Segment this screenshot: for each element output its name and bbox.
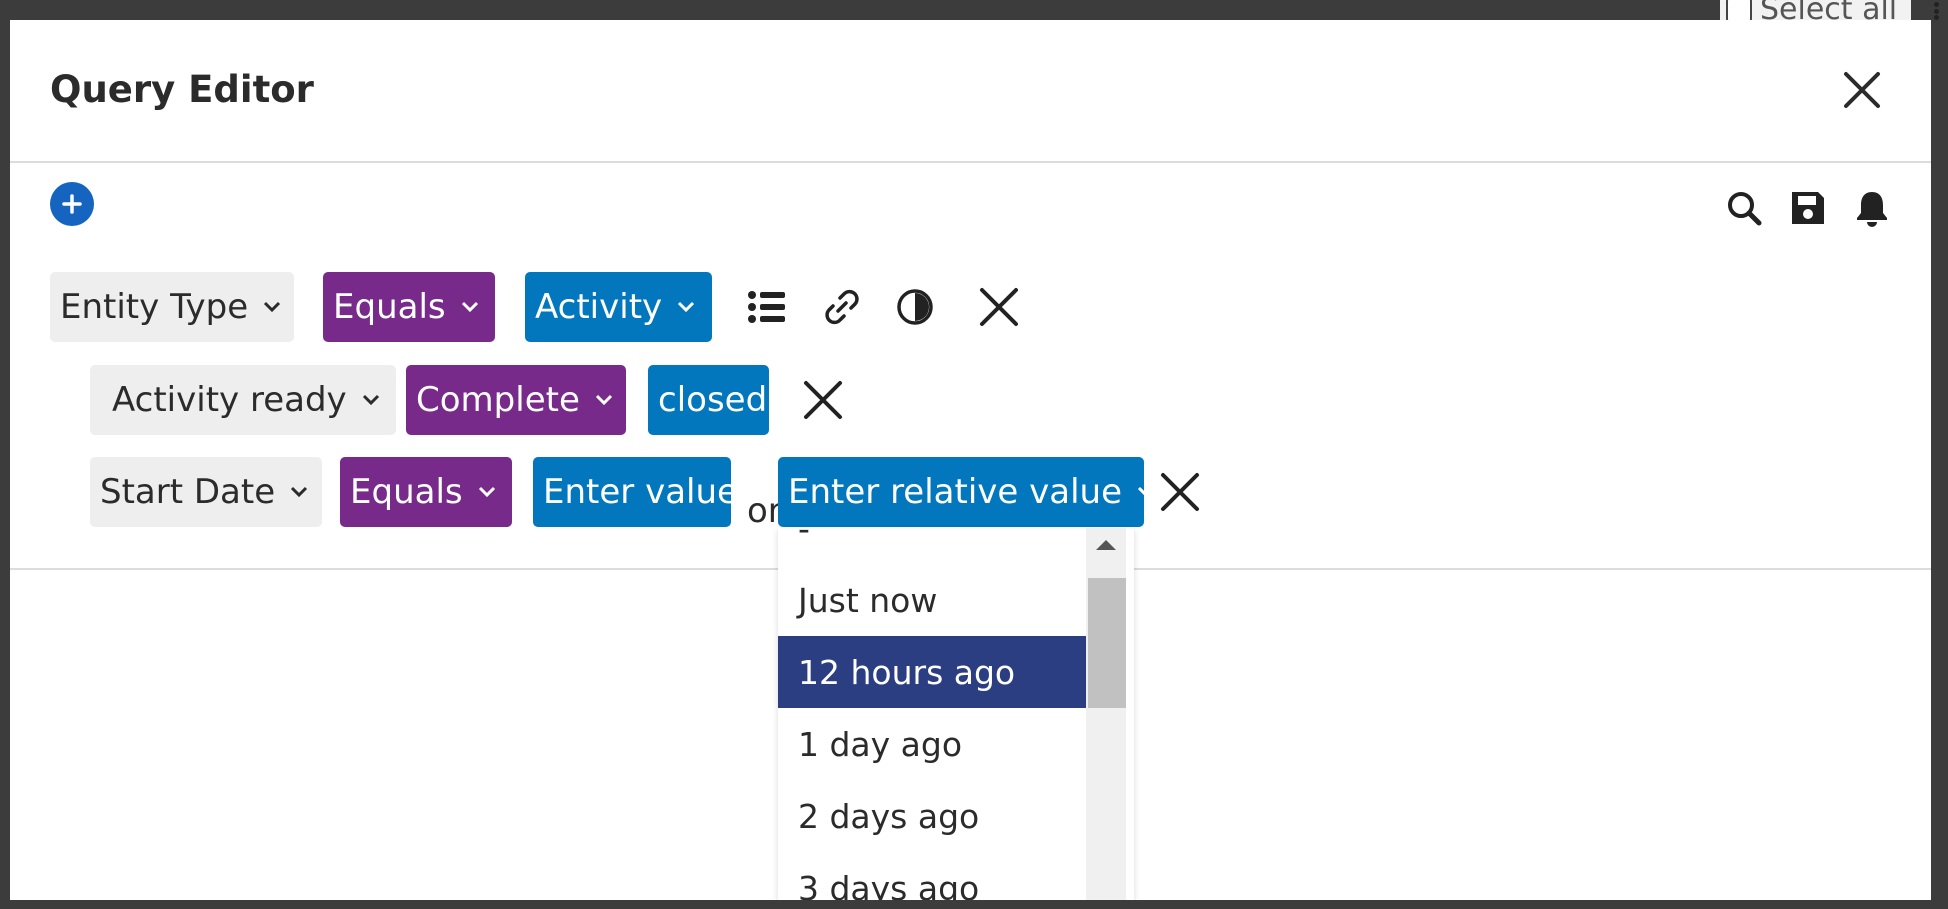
- more-options-icon[interactable]: [1934, 2, 1940, 20]
- operator-label: Complete: [416, 380, 580, 420]
- operator-select-equals[interactable]: Equals: [340, 457, 512, 527]
- background-page: [0, 0, 1948, 20]
- value-chip-closed[interactable]: closed: [648, 365, 769, 435]
- chevron-down-icon: [478, 486, 495, 498]
- dropdown-scrollbar[interactable]: [1086, 528, 1126, 900]
- operator-select-equals[interactable]: Equals: [323, 272, 495, 342]
- close-dialog-icon[interactable]: [1842, 70, 1882, 110]
- link-icon[interactable]: [820, 285, 864, 329]
- chevron-down-icon: [678, 301, 695, 313]
- remove-row-icon[interactable]: [801, 378, 845, 422]
- chevron-down-icon: [264, 301, 281, 313]
- dropdown-option[interactable]: 1 day ago: [778, 708, 1086, 780]
- contrast-icon[interactable]: [893, 285, 937, 329]
- operator-select-complete[interactable]: Complete: [406, 365, 626, 435]
- query-editor-dialog: Query Editor Entity Type Equals Activity: [10, 20, 1931, 900]
- operator-label: Equals: [333, 287, 446, 327]
- dropdown-option[interactable]: Just now: [778, 564, 1086, 636]
- dropdown-option[interactable]: -: [778, 528, 1086, 564]
- save-icon[interactable]: [1788, 188, 1828, 228]
- field-select-start-date[interactable]: Start Date: [90, 457, 322, 527]
- dropdown-option[interactable]: 2 days ago: [778, 780, 1086, 852]
- dialog-header: Query Editor: [10, 20, 1931, 163]
- add-condition-button[interactable]: [50, 182, 94, 226]
- scroll-up-arrow-icon[interactable]: [1096, 540, 1116, 550]
- chevron-down-icon: [362, 394, 379, 406]
- dialog-title: Query Editor: [50, 68, 314, 111]
- chevron-down-icon: [1137, 486, 1155, 498]
- select-all-checkbox[interactable]: [1726, 0, 1752, 22]
- or-separator: or: [747, 491, 782, 531]
- search-icon[interactable]: [1724, 188, 1764, 228]
- add-icon: [62, 194, 82, 214]
- value-select-activity[interactable]: Activity: [525, 272, 712, 342]
- chevron-down-icon: [291, 486, 308, 498]
- field-select-activity-ready[interactable]: Activity ready: [90, 365, 396, 435]
- remove-row-icon[interactable]: [977, 285, 1021, 329]
- value-label: Activity: [535, 287, 663, 327]
- field-select-entity-type[interactable]: Entity Type: [50, 272, 294, 342]
- value-label: Enter value: [543, 472, 738, 512]
- select-all-label: Select all: [1760, 0, 1898, 22]
- field-label: Activity ready: [112, 380, 347, 420]
- field-label: Entity Type: [60, 287, 249, 327]
- chevron-down-icon: [595, 394, 612, 406]
- list-icon[interactable]: [745, 285, 789, 329]
- select-all-control[interactable]: Select all: [1720, 0, 1912, 22]
- dropdown-option-selected[interactable]: 12 hours ago: [778, 636, 1086, 708]
- relative-value-dropdown[interactable]: - Just now 12 hours ago 1 day ago 2 days…: [778, 528, 1134, 900]
- chevron-down-icon: [461, 301, 478, 313]
- field-label: Start Date: [100, 472, 276, 512]
- remove-row-icon[interactable]: [1158, 470, 1202, 514]
- value-label: closed: [658, 380, 768, 420]
- dropdown-option[interactable]: 3 days ago: [778, 852, 1086, 901]
- operator-label: Equals: [350, 472, 463, 512]
- relative-value-label: Enter relative value: [788, 472, 1122, 512]
- relative-value-select[interactable]: Enter relative value: [778, 457, 1155, 527]
- bell-icon[interactable]: [1852, 188, 1892, 228]
- value-input-enter-value[interactable]: Enter value: [533, 457, 738, 527]
- scrollbar-thumb[interactable]: [1088, 578, 1126, 708]
